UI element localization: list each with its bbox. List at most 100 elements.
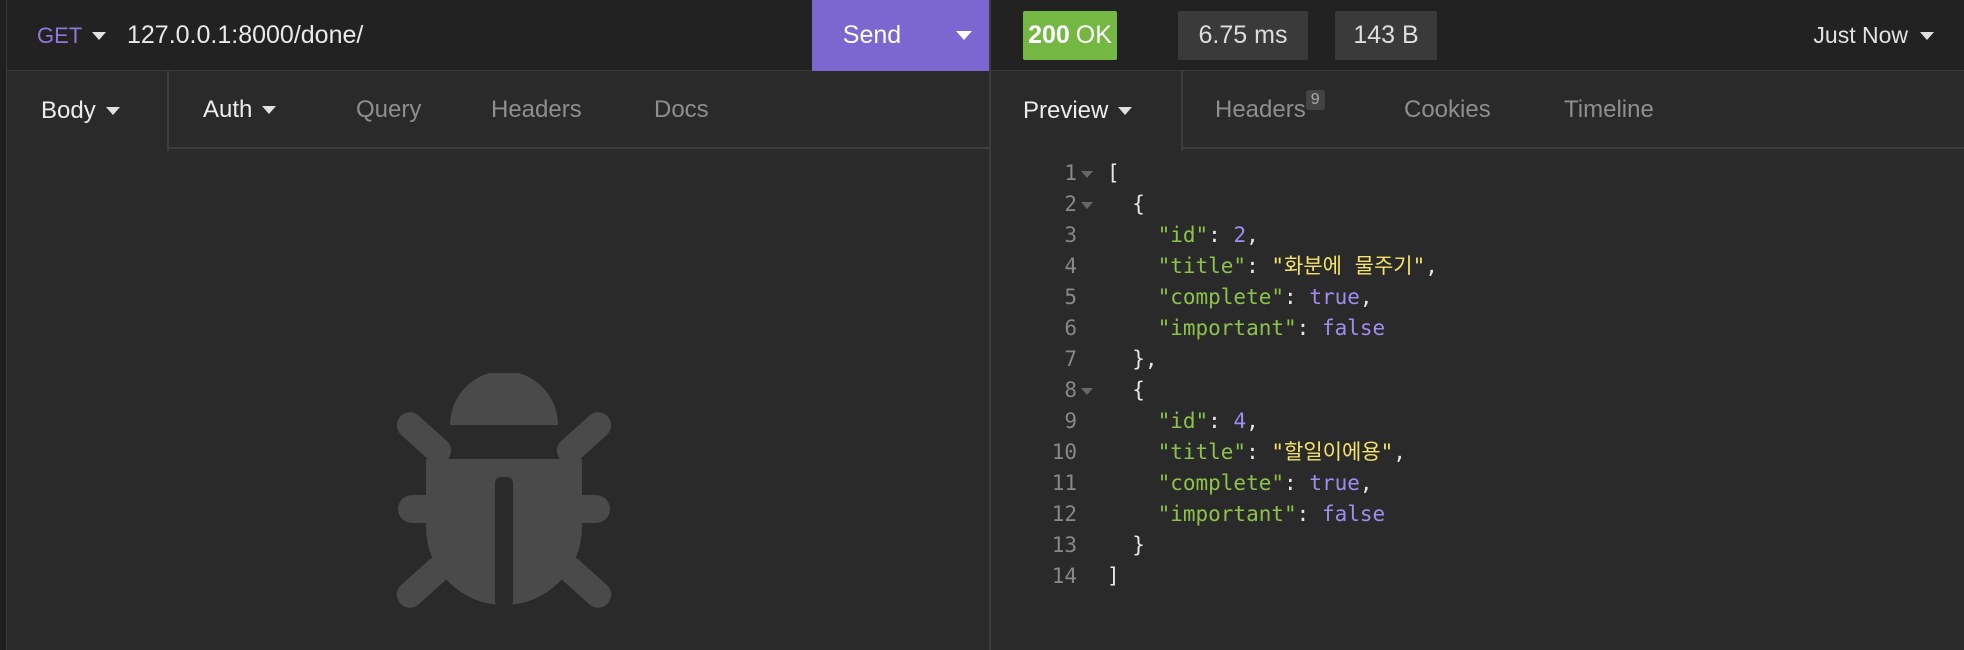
code-token: false <box>1321 502 1386 526</box>
code-text: "title": "할일이에용", <box>1107 437 1406 468</box>
response-body-viewer[interactable]: 1[2 {3 "id": 2, 4 "title": "화분에 물주기", 5 "c… <box>991 158 1964 592</box>
code-text: [ <box>1107 158 1120 189</box>
fold-caret-icon[interactable] <box>1081 202 1093 209</box>
code-line: 5 "complete": true, <box>991 282 1964 313</box>
code-token: , <box>1393 440 1406 464</box>
code-token: "complete" <box>1157 471 1285 495</box>
code-line: 8 { <box>991 375 1964 406</box>
tab-preview[interactable]: Preview <box>991 71 1183 151</box>
code-text: "complete": true, <box>1107 282 1373 313</box>
history-dropdown[interactable]: Just Now <box>1813 0 1934 71</box>
request-tabs: Body Auth Query Headers Docs <box>7 71 990 151</box>
tab-auth[interactable]: Auth <box>203 71 277 149</box>
code-token: : <box>1284 285 1310 309</box>
tab-label: Headers <box>1215 96 1306 123</box>
line-number: 6 <box>1064 316 1077 340</box>
url-input[interactable]: 127.0.0.1:8000/done/ <box>127 0 363 71</box>
request-pane: GET 127.0.0.1:8000/done/ Send Body Auth … <box>7 0 990 650</box>
code-token: "complete" <box>1157 285 1285 309</box>
line-number: 8 <box>1064 378 1077 402</box>
code-token: { <box>1107 378 1145 402</box>
code-token: true <box>1309 285 1360 309</box>
code-token: : <box>1284 471 1310 495</box>
code-line: 1[ <box>991 158 1964 189</box>
method-label: GET <box>37 22 83 48</box>
code-line: 12 "important": false <box>991 499 1964 530</box>
tab-label: Auth <box>203 96 253 123</box>
code-text: } <box>1107 530 1145 561</box>
chevron-down-icon <box>1920 31 1934 40</box>
line-number: 5 <box>1064 285 1077 309</box>
send-label: Send <box>842 21 902 49</box>
send-button[interactable]: Send <box>812 0 990 71</box>
code-token: true <box>1309 471 1360 495</box>
code-token: , <box>1359 471 1373 495</box>
chevron-down-icon <box>1118 107 1133 115</box>
code-token: "id" <box>1157 409 1209 433</box>
code-token: "할일이에용" <box>1271 440 1394 464</box>
code-line: 10 "title": "할일이에용", <box>991 437 1964 468</box>
tab-timeline[interactable]: Timeline <box>1564 71 1654 149</box>
code-token: : <box>1246 254 1272 278</box>
status-text: OK <box>1075 21 1112 49</box>
tab-response-headers[interactable]: Headers 9 <box>1215 71 1325 149</box>
line-number: 3 <box>1064 223 1077 247</box>
response-time: 6.75 ms <box>1178 11 1308 60</box>
code-token: 4 <box>1233 409 1247 433</box>
method-dropdown[interactable]: GET <box>37 0 107 71</box>
code-token: : <box>1296 316 1322 340</box>
code-text: "title": "화분에 물주기", <box>1107 251 1438 282</box>
code-text: }, <box>1107 344 1158 375</box>
code-token: : <box>1246 440 1272 464</box>
bug-icon <box>396 373 612 608</box>
line-number: 7 <box>1064 347 1077 371</box>
history-label: Just Now <box>1813 22 1908 48</box>
line-number: 9 <box>1064 409 1077 433</box>
code-token: false <box>1321 316 1386 340</box>
code-text: ] <box>1107 561 1120 592</box>
code-token: , <box>1359 285 1373 309</box>
tab-query[interactable]: Query <box>356 71 421 149</box>
response-tabs: Preview Headers 9 Cookies Timeline <box>991 71 1964 151</box>
line-number: 12 <box>1051 502 1077 526</box>
url-bar: GET 127.0.0.1:8000/done/ Send <box>7 0 990 71</box>
tab-body[interactable]: Body <box>7 71 169 151</box>
tab-cookies[interactable]: Cookies <box>1404 71 1491 149</box>
code-token: "title" <box>1157 254 1247 278</box>
code-token: ] <box>1107 564 1120 588</box>
line-number: 2 <box>1064 192 1077 216</box>
code-text: "important": false <box>1107 313 1386 344</box>
code-text: { <box>1107 375 1145 406</box>
code-token: : <box>1208 409 1234 433</box>
code-line: 11 "complete": true, <box>991 468 1964 499</box>
tab-docs[interactable]: Docs <box>654 71 709 149</box>
send-options-chevron-icon[interactable] <box>956 31 972 40</box>
code-token: , <box>1246 409 1259 433</box>
fold-caret-icon[interactable] <box>1081 388 1093 395</box>
code-token: 2 <box>1233 223 1247 247</box>
line-number: 10 <box>1051 440 1077 464</box>
tab-label: Preview <box>1023 97 1109 124</box>
code-token: : <box>1296 502 1322 526</box>
tab-label: Body <box>41 97 96 124</box>
code-text: "id": 2, <box>1107 220 1259 251</box>
fold-caret-icon[interactable] <box>1081 171 1093 178</box>
line-number: 14 <box>1051 564 1077 588</box>
code-token: }, <box>1107 347 1158 371</box>
code-text: { <box>1107 189 1145 220</box>
code-token: , <box>1425 254 1438 278</box>
code-text: "important": false <box>1107 499 1386 530</box>
code-line: 13 } <box>991 530 1964 561</box>
chevron-down-icon <box>262 106 277 114</box>
code-token: "important" <box>1157 316 1297 340</box>
line-number: 11 <box>1051 471 1077 495</box>
tab-headers[interactable]: Headers <box>491 71 582 149</box>
